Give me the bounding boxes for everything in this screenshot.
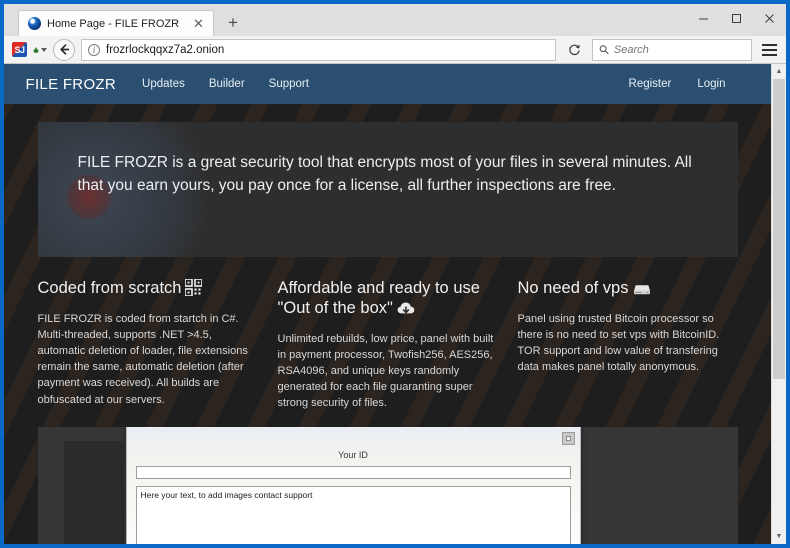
nav-link-register[interactable]: Register — [629, 78, 672, 90]
browser-window: Home Page - FILE FROZR ✕ + SJ i frozrloc… — [0, 0, 790, 548]
feature-heading-text: Coded from scratch — [37, 279, 182, 297]
nav-link-builder[interactable]: Builder — [209, 78, 245, 90]
sj-icon: SJ — [12, 42, 27, 57]
site-favicon — [28, 17, 41, 30]
hero-text: FILE FROZR is a great security tool that… — [77, 154, 692, 194]
page-body: FILE FROZR is a great security tool that… — [4, 104, 771, 544]
url-text: frozrlockqqxz7a2.onion — [106, 43, 225, 56]
search-bar[interactable] — [592, 38, 752, 61]
window-controls — [687, 4, 786, 33]
feature-columns: Coded from scratch FILE FROZR is coded f… — [38, 257, 738, 411]
maximize-button[interactable] — [720, 4, 753, 33]
feature-body: Panel using trusted Bitcoin processor so… — [517, 312, 720, 374]
mock-id-input[interactable] — [135, 466, 571, 480]
feature-body: FILE FROZR is coded from startch in C#. … — [37, 312, 248, 406]
close-icon[interactable]: ✕ — [191, 17, 206, 30]
search-icon — [599, 45, 609, 55]
back-button[interactable] — [53, 38, 75, 61]
feature-affordable-out-of-the-box: Affordable and ready to use "Out of the … — [278, 279, 496, 411]
chevron-down-icon — [41, 47, 47, 52]
mock-message-textarea[interactable]: Here your text, to add images contact su… — [135, 486, 571, 544]
address-bar[interactable]: i frozrlockqqxz7a2.onion — [81, 38, 556, 61]
scroll-up-icon[interactable]: ▲ — [772, 64, 786, 79]
hamburger-menu-icon[interactable] — [758, 39, 780, 61]
feature-heading: Coded from scratch — [37, 278, 256, 302]
minimize-button[interactable] — [687, 4, 720, 33]
feature-body: Unlimited rebuilds, low price, panel wit… — [277, 332, 494, 410]
nav-link-login[interactable]: Login — [697, 78, 725, 90]
page-viewport: FILE FROZR Updates Builder Support Regis… — [4, 64, 786, 544]
nav-link-support[interactable]: Support — [269, 78, 309, 90]
search-input[interactable] — [613, 43, 745, 56]
site-navbar: FILE FROZR Updates Builder Support Regis… — [4, 64, 771, 104]
hero-banner: FILE FROZR is a great security tool that… — [37, 122, 738, 257]
feature-heading-text: No need of vps — [517, 279, 629, 297]
close-button[interactable] — [753, 4, 786, 33]
screenshot-backdrop — [63, 441, 124, 544]
scroll-down-icon[interactable]: ▼ — [772, 529, 786, 544]
site-brand[interactable]: FILE FROZR — [26, 76, 117, 93]
new-tab-button[interactable]: + — [223, 14, 243, 31]
mock-id-label: Your ID — [338, 450, 368, 461]
browser-tab[interactable]: Home Page - FILE FROZR ✕ — [18, 10, 214, 36]
feature-heading-text: Affordable and ready to use "Out of the … — [277, 279, 480, 317]
reload-button[interactable] — [562, 39, 586, 61]
server-icon — [633, 282, 651, 302]
cloud-download-icon — [397, 301, 415, 322]
page-content: FILE FROZR Updates Builder Support Regis… — [4, 64, 771, 544]
nav-link-updates[interactable]: Updates — [142, 78, 185, 90]
mock-window-titlebar — [127, 427, 580, 449]
app-screenshot-panel: Your ID Here your text, to add images co… — [37, 427, 738, 544]
feature-heading: No need of vps — [518, 279, 736, 302]
feature-no-need-of-vps: No need of vps Panel using trusted Bitco… — [518, 279, 736, 411]
mock-app-window: Your ID Here your text, to add images co… — [125, 427, 581, 544]
scrollbar-track[interactable] — [772, 79, 786, 529]
extension-onion-button[interactable] — [33, 42, 47, 57]
scrollbar-thumb[interactable] — [773, 79, 785, 379]
feature-coded-from-scratch: Coded from scratch FILE FROZR is coded f… — [37, 278, 256, 411]
tab-title: Home Page - FILE FROZR — [47, 17, 180, 30]
nav-account-links: Register Login — [603, 78, 726, 90]
mock-close-button[interactable] — [561, 432, 575, 446]
page-scrollbar[interactable]: ▲ ▼ — [771, 64, 786, 544]
feature-heading: Affordable and ready to use "Out of the … — [278, 279, 496, 322]
browser-toolbar: SJ i frozrlockqqxz7a2.onion — [4, 36, 786, 64]
qr-code-icon — [184, 278, 204, 302]
tab-strip: Home Page - FILE FROZR ✕ + — [4, 4, 687, 36]
title-bar: Home Page - FILE FROZR ✕ + — [4, 4, 786, 36]
extension-sj-button[interactable]: SJ — [12, 42, 27, 57]
onion-icon — [33, 46, 39, 53]
site-info-icon[interactable]: i — [88, 43, 100, 56]
